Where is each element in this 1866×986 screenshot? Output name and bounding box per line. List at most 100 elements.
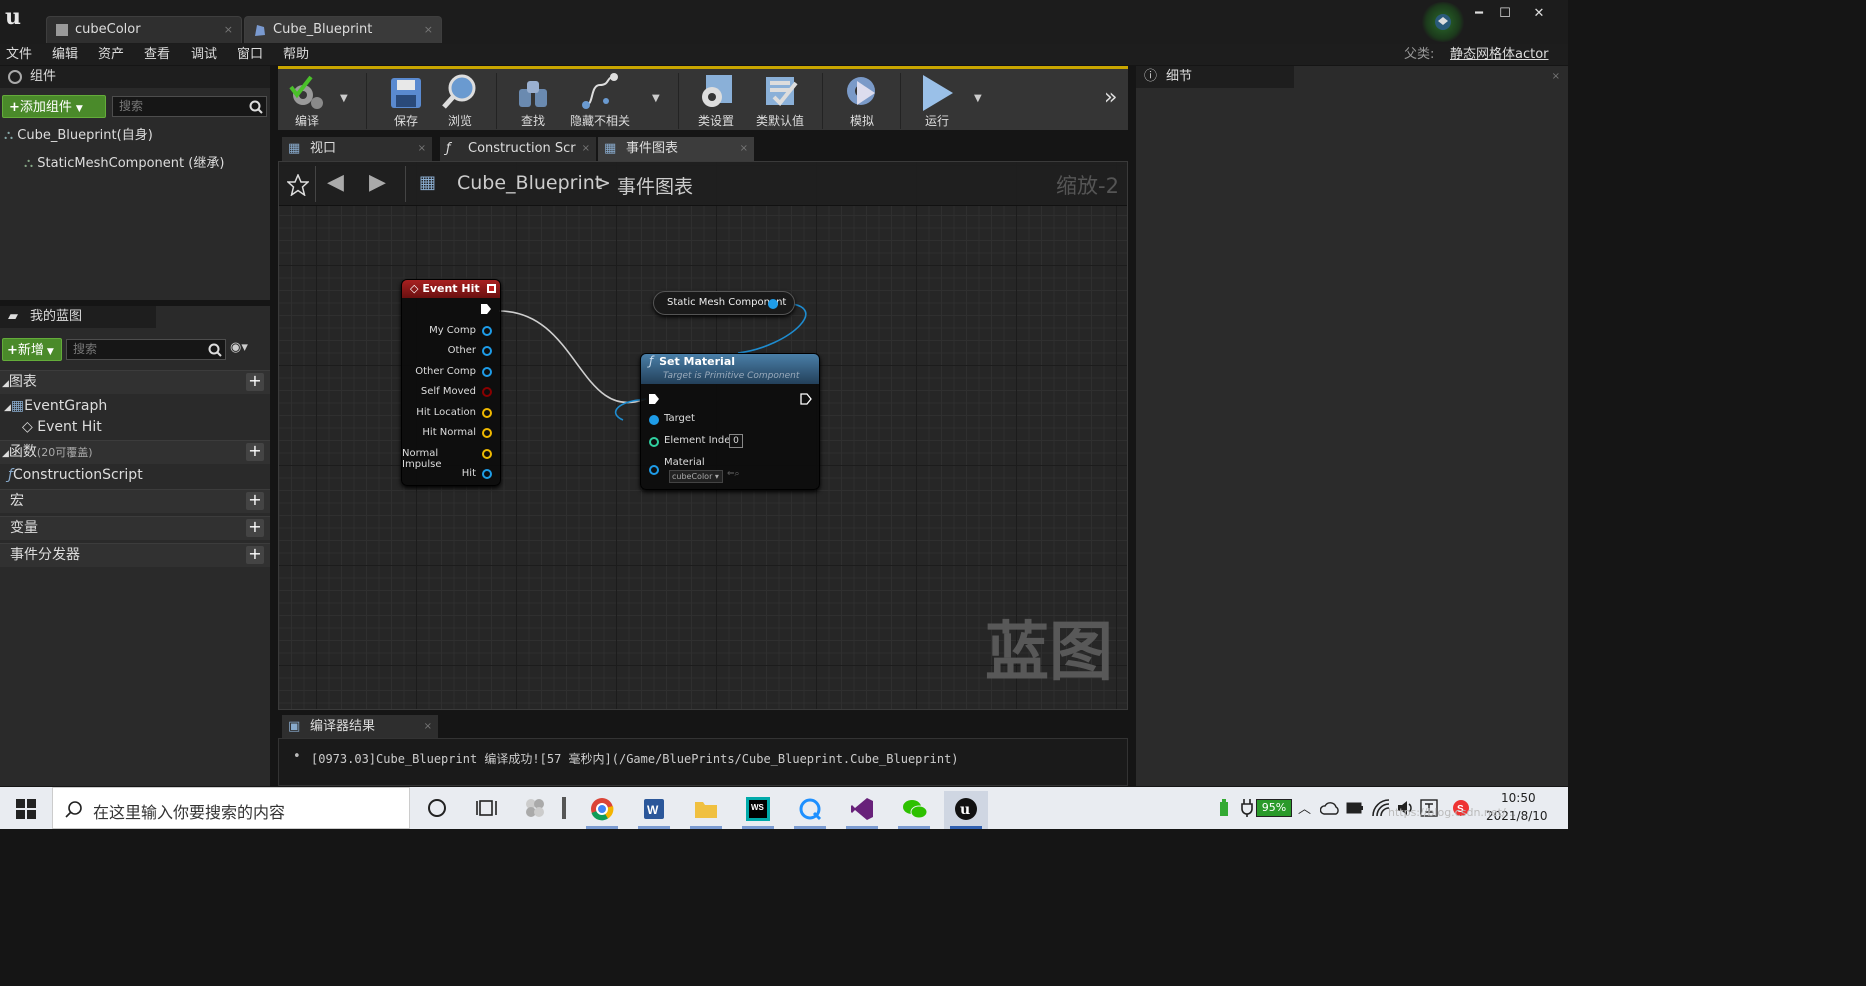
my-blueprint-search-input[interactable]: 搜索 xyxy=(66,339,226,360)
hide-unrelated-button[interactable]: 隐藏不相关 xyxy=(564,69,636,133)
pin-hit-location[interactable] xyxy=(482,408,492,418)
tab-cube-blueprint[interactable]: Cube_Blueprint × xyxy=(244,16,442,43)
unreal-engine-icon[interactable]: u xyxy=(944,791,988,829)
taskbar-search-input[interactable]: 在这里输入你要搜索的内容 xyxy=(52,787,410,829)
save-button[interactable]: 保存 xyxy=(378,69,434,133)
components-search-input[interactable]: 搜索 xyxy=(112,96,267,117)
cortana-icon[interactable] xyxy=(428,799,446,817)
battery-indicator[interactable]: 95% xyxy=(1256,799,1292,817)
source-control-icon[interactable] xyxy=(1420,2,1466,42)
browse-button[interactable]: 浏览 xyxy=(434,69,486,133)
menu-file[interactable]: 文件 xyxy=(6,44,32,65)
exec-output-pin[interactable] xyxy=(800,393,812,405)
event-graph-canvas[interactable]: ◀ ▶ ▦ Cube_Blueprint > 事件图表 缩放-2 ◇ Event… xyxy=(278,161,1128,710)
close-tab-icon[interactable]: × xyxy=(1552,66,1560,88)
event-hit-item[interactable]: ◇ Event Hit xyxy=(22,419,102,435)
delegate-pin-icon[interactable] xyxy=(487,284,496,293)
play-options-dropdown[interactable]: ▼ xyxy=(974,93,982,104)
pin-hit-normal[interactable] xyxy=(482,428,492,438)
menu-edit[interactable]: 编辑 xyxy=(52,44,78,65)
class-settings-button[interactable]: 类设置 xyxy=(688,69,744,133)
compile-success-message[interactable]: [0973.03]Cube_Blueprint 编译成功![57 毫秒内](/G… xyxy=(311,750,959,767)
new-button[interactable]: +新增 ▼ xyxy=(2,338,62,361)
event-graph-item[interactable]: ◢▦EventGraph xyxy=(4,398,107,414)
tab-event-graph[interactable]: ▦ 事件图表 × xyxy=(598,137,754,161)
add-graph-button[interactable]: + xyxy=(246,373,264,391)
pin-element-index[interactable] xyxy=(649,437,659,447)
toolbar-overflow-icon[interactable]: » xyxy=(1104,85,1117,110)
use-selected-asset-icon[interactable]: ⇐⌕ xyxy=(727,469,740,479)
pinned-app-icon[interactable] xyxy=(524,797,546,819)
qq-browser-icon[interactable] xyxy=(788,791,832,829)
minimize-button[interactable]: ━ xyxy=(1466,5,1492,23)
category-functions[interactable]: ◢函数(20可覆盖) + xyxy=(0,440,270,464)
menu-window[interactable]: 窗口 xyxy=(237,44,263,65)
close-tab-icon[interactable]: × xyxy=(418,137,426,160)
play-button[interactable]: 运行 xyxy=(910,69,964,133)
pin-hit[interactable] xyxy=(482,469,492,479)
close-window-button[interactable]: ✕ xyxy=(1522,5,1556,23)
tab-cubecolor[interactable]: cubeColor × xyxy=(46,16,242,43)
wechat-icon[interactable] xyxy=(892,791,936,829)
category-macros[interactable]: 宏 + xyxy=(0,489,270,513)
task-view-icon[interactable] xyxy=(476,799,498,817)
element-index-input[interactable]: 0 xyxy=(729,434,743,448)
category-dispatchers[interactable]: 事件分发器 + xyxy=(0,543,270,567)
clock-time[interactable]: 10:50 xyxy=(1501,791,1536,805)
maximize-button[interactable]: ☐ xyxy=(1492,5,1518,23)
simulate-button[interactable]: 模拟 xyxy=(834,69,890,133)
pin-target[interactable] xyxy=(649,415,659,425)
hide-unrelated-dropdown[interactable]: ▼ xyxy=(652,93,660,104)
menu-debug[interactable]: 调试 xyxy=(191,44,217,65)
pin-static-mesh-output[interactable] xyxy=(768,299,778,309)
pin-material[interactable] xyxy=(649,465,659,475)
tab-compiler-results[interactable]: ▣ 编译器结果 × xyxy=(282,715,438,739)
close-tab-icon[interactable]: × xyxy=(224,17,233,43)
category-variables[interactable]: 变量 + xyxy=(0,516,270,540)
menu-help[interactable]: 帮助 xyxy=(283,44,309,65)
event-hit-node[interactable]: ◇ Event Hit My Comp Other Other Comp Sel… xyxy=(401,279,501,486)
pin-my-comp[interactable] xyxy=(482,326,492,336)
add-component-button[interactable]: +添加组件 ▼ xyxy=(2,95,106,118)
material-asset-dropdown[interactable]: cubeColor ▾ xyxy=(669,470,723,483)
add-dispatcher-button[interactable]: + xyxy=(246,546,264,564)
add-macro-button[interactable]: + xyxy=(246,492,264,510)
battery-tray-icon[interactable] xyxy=(1346,801,1364,815)
pin-other-comp[interactable] xyxy=(482,367,492,377)
pin-self-moved[interactable] xyxy=(482,387,492,397)
pin-normal-impulse[interactable] xyxy=(482,449,492,459)
static-mesh-component-node[interactable]: Static Mesh Component xyxy=(653,291,795,315)
show-hidden-icons[interactable]: ︿ xyxy=(1298,798,1311,817)
add-variable-button[interactable]: + xyxy=(246,519,264,537)
pin-other[interactable] xyxy=(482,346,492,356)
chrome-icon[interactable] xyxy=(580,791,624,829)
compile-options-dropdown[interactable]: ▼ xyxy=(340,93,348,104)
windows-start-icon[interactable] xyxy=(16,799,36,819)
exec-input-pin[interactable] xyxy=(648,393,660,405)
tray-app-icon[interactable] xyxy=(1218,799,1230,817)
exec-output-pin[interactable] xyxy=(480,303,492,315)
tab-construction-script[interactable]: ƒ Construction Scrip × xyxy=(440,137,596,161)
menu-view[interactable]: 查看 xyxy=(144,44,170,65)
component-root[interactable]: ⛬ Cube_Blueprint(自身) xyxy=(4,124,153,143)
unreal-logo-icon[interactable]: u xyxy=(0,4,26,32)
construction-script-item[interactable]: ƒConstructionScript xyxy=(8,467,143,483)
close-tab-icon[interactable]: × xyxy=(424,715,432,738)
eye-icon[interactable]: ◉▾ xyxy=(230,340,248,355)
close-tab-icon[interactable]: × xyxy=(424,17,433,43)
set-material-node[interactable]: ƒ Set Material Target is Primitive Compo… xyxy=(640,353,820,490)
menu-asset[interactable]: 资产 xyxy=(98,44,124,65)
parent-class-link[interactable]: 静态网格体actor xyxy=(1450,44,1549,65)
add-function-button[interactable]: + xyxy=(246,443,264,461)
visual-studio-icon[interactable] xyxy=(840,791,884,829)
onedrive-icon[interactable] xyxy=(1320,801,1340,815)
compile-button[interactable]: 编译 xyxy=(280,69,334,133)
close-tab-icon[interactable]: × xyxy=(582,137,590,160)
close-tab-icon[interactable]: × xyxy=(740,137,748,160)
find-button[interactable]: 查找 xyxy=(506,69,560,133)
category-graphs[interactable]: ◢图表 + xyxy=(0,370,270,394)
webstorm-icon[interactable]: WS xyxy=(736,791,780,829)
tab-viewport[interactable]: ▦ 视口 × xyxy=(282,137,432,161)
class-defaults-button[interactable]: 类默认值 xyxy=(748,69,812,133)
component-static-mesh[interactable]: ⛬ StaticMeshComponent (继承) xyxy=(24,152,224,171)
